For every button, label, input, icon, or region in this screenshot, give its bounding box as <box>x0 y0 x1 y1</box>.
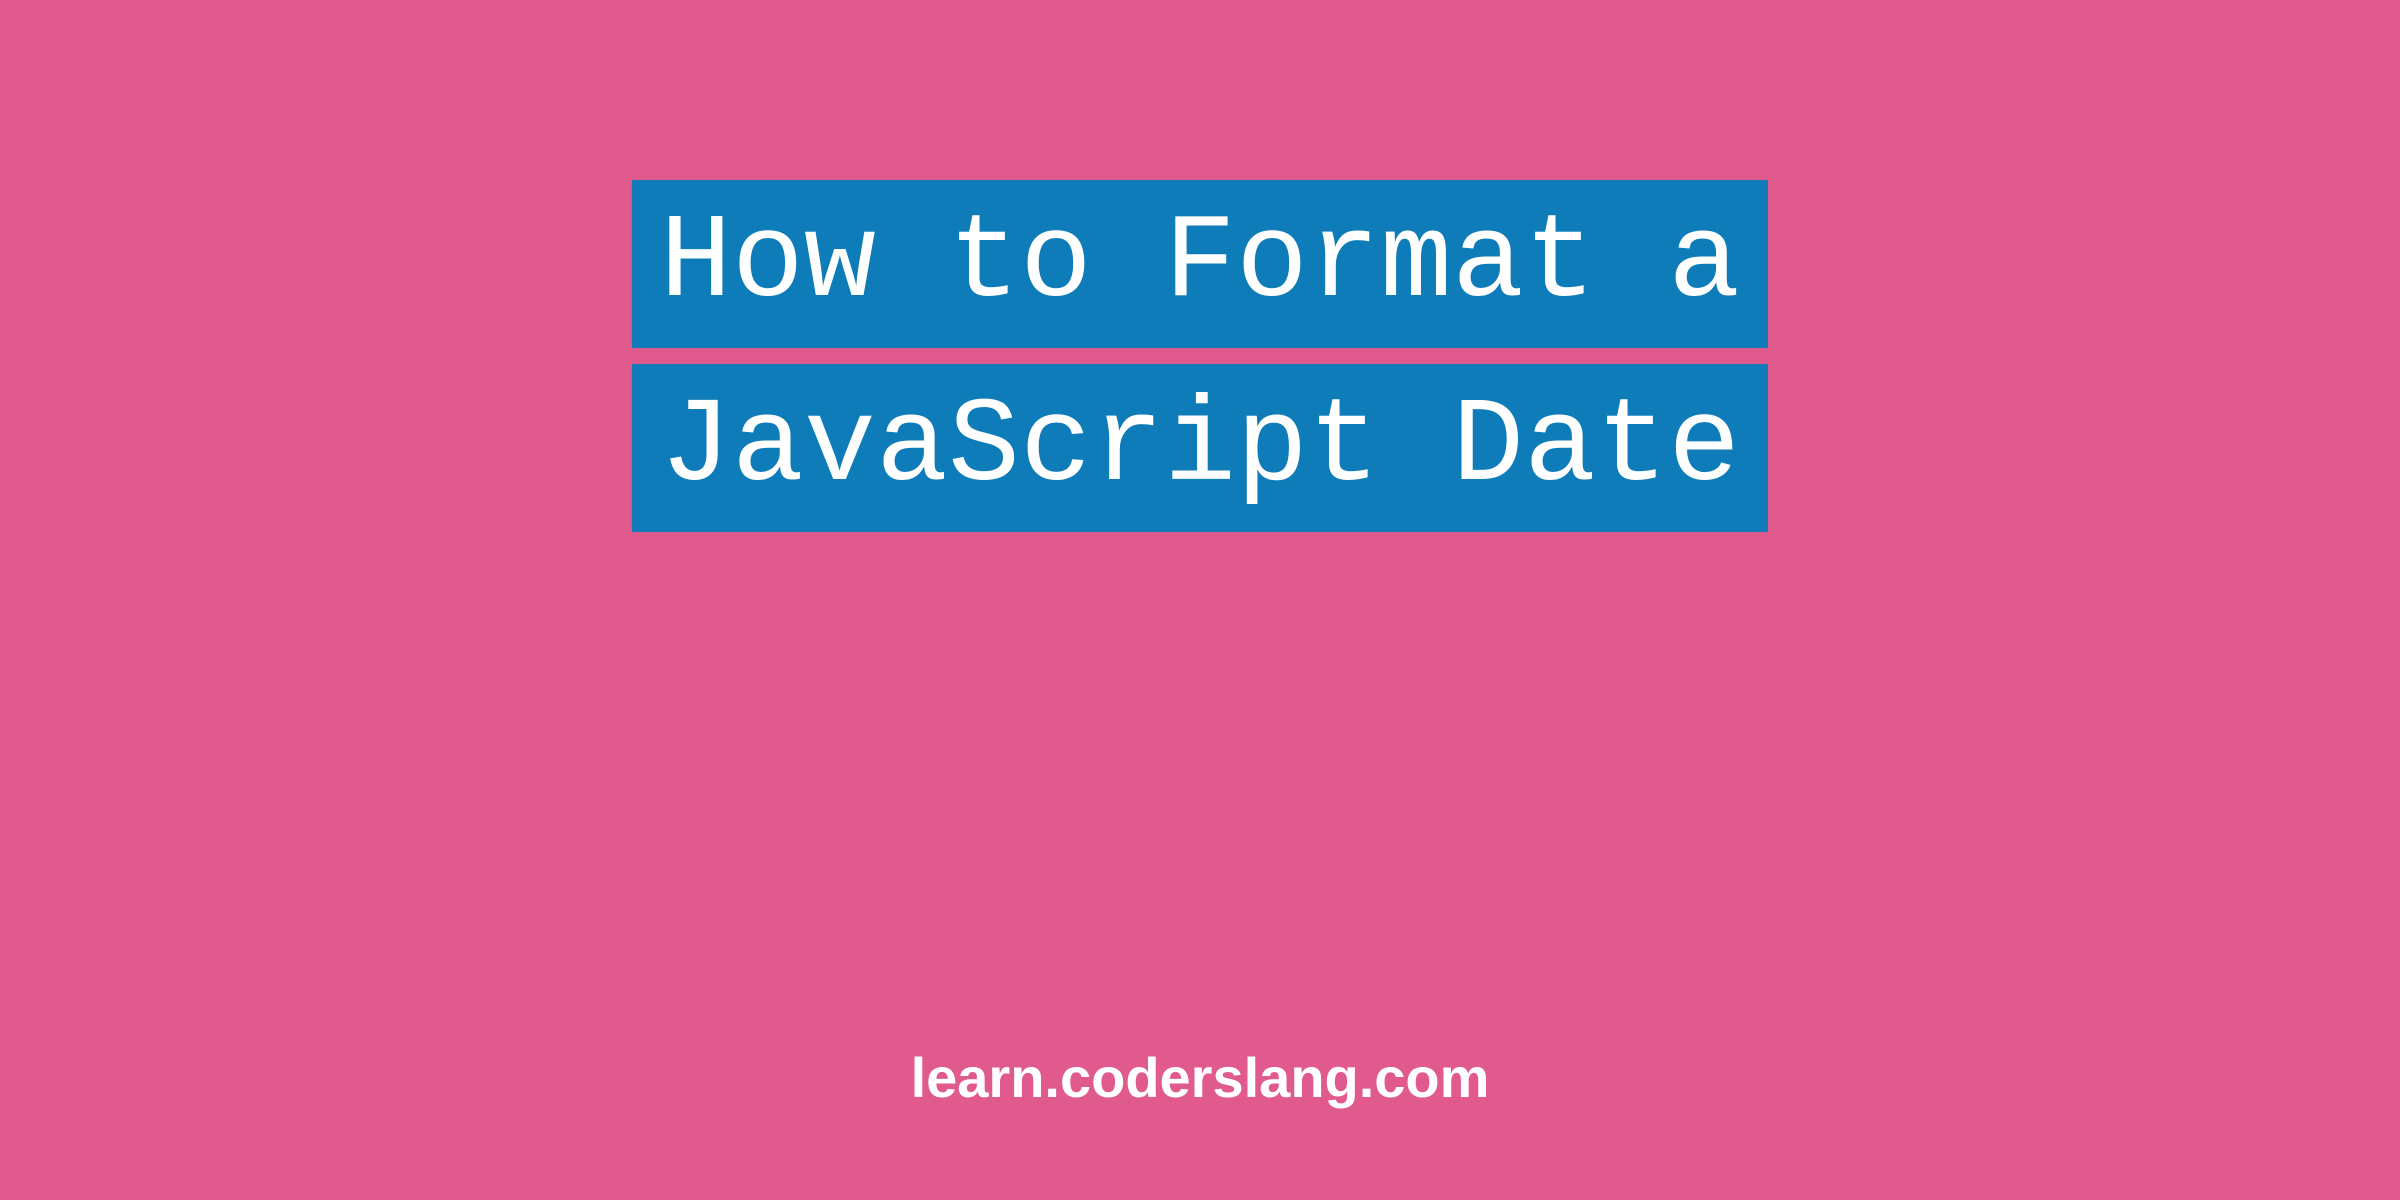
footer-url: learn.coderslang.com <box>911 1045 1490 1110</box>
title-container: How to Format a JavaScript Date <box>632 180 1768 532</box>
title-line-1: How to Format a <box>632 180 1768 348</box>
title-line-2: JavaScript Date <box>632 364 1768 532</box>
